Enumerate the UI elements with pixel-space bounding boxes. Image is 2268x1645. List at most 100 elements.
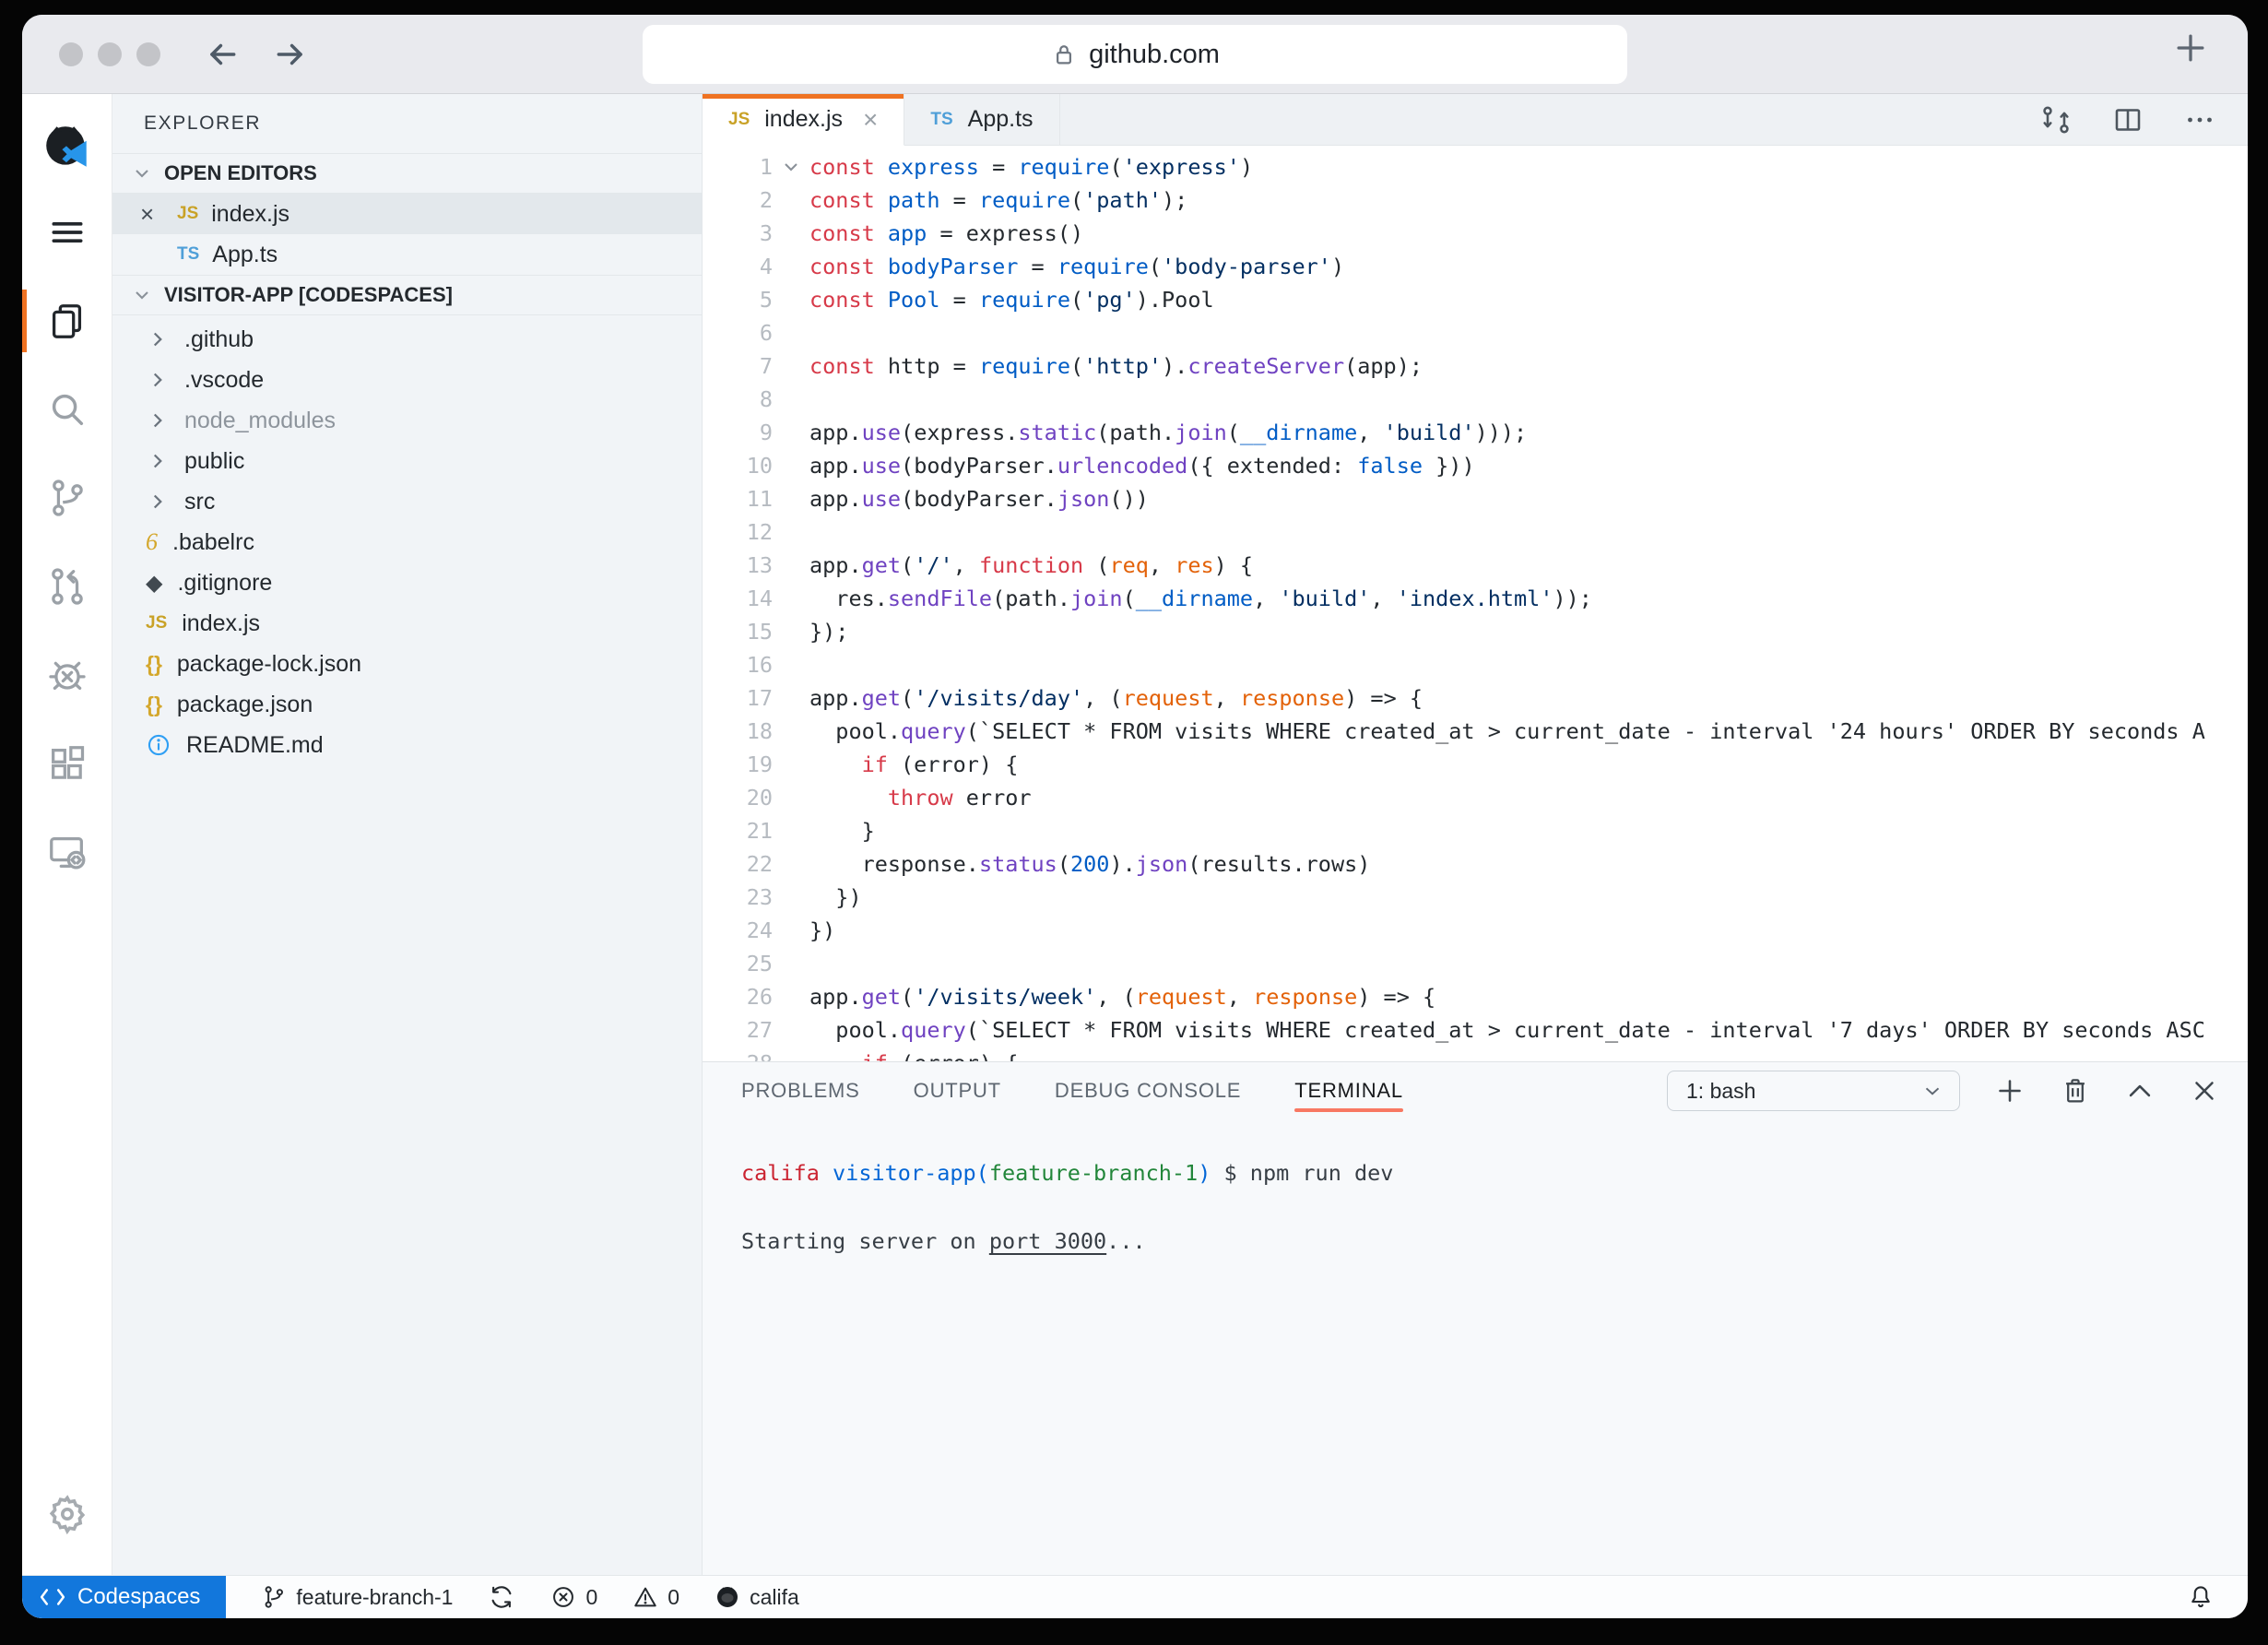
ts-icon: TS <box>177 244 199 265</box>
line-number: 10 <box>703 449 773 482</box>
code-line: 15}); <box>703 615 2248 648</box>
kill-terminal-icon[interactable] <box>2060 1075 2091 1107</box>
folder-item-src[interactable]: src <box>112 481 702 522</box>
folder-item-node_modules[interactable]: node_modules <box>112 400 702 441</box>
github-codespaces-logo[interactable] <box>22 107 112 188</box>
line-number: 7 <box>703 349 773 383</box>
url-text: github.com <box>1089 40 1220 70</box>
sync-status-item[interactable] <box>488 1583 515 1611</box>
code-line: 14 res.sendFile(path.join(__dirname, 'bu… <box>703 582 2248 615</box>
search-icon[interactable] <box>22 365 112 454</box>
code-line: 23 }) <box>703 881 2248 914</box>
terminal-output[interactable]: califa visitor-app(feature-branch-1) $ n… <box>703 1119 2248 1575</box>
explorer-icon[interactable] <box>22 277 112 365</box>
close-panel-icon[interactable] <box>2189 1075 2220 1107</box>
open-editor-item[interactable]: TSApp.ts <box>112 234 702 275</box>
panel-tab-debug-console[interactable]: DEBUG CONSOLE <box>1055 1062 1241 1119</box>
panel-tab-problems[interactable]: PROBLEMS <box>741 1062 860 1119</box>
fold-spacer <box>773 316 809 349</box>
plus-icon[interactable] <box>2170 28 2211 68</box>
line-number: 13 <box>703 549 773 582</box>
file-item-.babelrc[interactable]: 6.babelrc <box>112 522 702 562</box>
fold-spacer <box>773 814 809 847</box>
file-item-package.json[interactable]: {}package.json <box>112 684 702 725</box>
remote-explorer-icon[interactable] <box>22 808 112 896</box>
forward-arrow-icon[interactable] <box>273 37 308 72</box>
file-item-.gitignore[interactable]: ◆.gitignore <box>112 562 702 603</box>
file-item-index.js[interactable]: JSindex.js <box>112 603 702 644</box>
close-icon[interactable]: × <box>863 105 878 135</box>
codespaces-status-badge[interactable]: Codespaces <box>22 1576 226 1618</box>
open-editor-item[interactable]: ×JSindex.js <box>112 194 702 234</box>
github-user-status-item[interactable]: califa <box>715 1584 799 1610</box>
open-editors-header[interactable]: OPEN EDITORS <box>112 153 702 194</box>
fold-spacer <box>773 1047 809 1061</box>
maximize-panel-icon[interactable] <box>2124 1075 2156 1107</box>
panel-tab-output[interactable]: OUTPUT <box>914 1062 1001 1119</box>
panel-tab-bar: PROBLEMS OUTPUT DEBUG CONSOLE TERMINAL 1: b… <box>703 1062 2248 1119</box>
editor-tab-App.ts[interactable]: TSApp.ts <box>904 94 1059 145</box>
js-icon: JS <box>728 110 750 130</box>
github-icon <box>715 1584 740 1610</box>
folder-item-.vscode[interactable]: .vscode <box>112 360 702 400</box>
file-item-README.md[interactable]: README.md <box>112 725 702 765</box>
minimize-window-button[interactable] <box>98 42 122 66</box>
fold-spacer <box>773 914 809 947</box>
source-control-icon[interactable] <box>22 454 112 542</box>
line-number: 2 <box>703 183 773 217</box>
fold-spacer <box>773 383 809 416</box>
json-icon: {} <box>146 692 162 717</box>
zoom-window-button[interactable] <box>136 42 160 66</box>
code-line: 27 pool.query(`SELECT * FROM visits WHER… <box>703 1013 2248 1047</box>
code-line: 26app.get('/visits/week', (request, resp… <box>703 980 2248 1013</box>
line-number: 28 <box>703 1047 773 1061</box>
json-icon: {} <box>146 652 162 677</box>
line-number: 11 <box>703 482 773 515</box>
folder-item-public[interactable]: public <box>112 441 702 481</box>
close-icon[interactable]: × <box>112 200 177 229</box>
editor-tab-bar: JSindex.js×TSApp.ts <box>703 94 2248 146</box>
code-line: 2const path = require('path'); <box>703 183 2248 217</box>
sync-icon <box>488 1583 515 1611</box>
address-bar[interactable]: github.com <box>643 25 1627 84</box>
pull-request-icon[interactable] <box>22 542 112 631</box>
file-item-package-lock.json[interactable]: {}package-lock.json <box>112 644 702 684</box>
line-number: 4 <box>703 250 773 283</box>
shell-select[interactable]: 1: bash <box>1667 1071 1960 1111</box>
folder-item-.github[interactable]: .github <box>112 319 702 360</box>
fold-spacer <box>773 349 809 383</box>
editor-tab-index.js[interactable]: JSindex.js× <box>703 94 904 146</box>
errors-status-item[interactable]: 0 <box>550 1584 597 1610</box>
code-line: 9app.use(express.static(path.join(__dirn… <box>703 416 2248 449</box>
compare-changes-icon[interactable] <box>2039 103 2073 136</box>
line-number: 12 <box>703 515 773 549</box>
fold-spacer <box>773 847 809 881</box>
extensions-icon[interactable] <box>22 719 112 808</box>
back-arrow-icon[interactable] <box>205 37 240 72</box>
line-number: 27 <box>703 1013 773 1047</box>
info-icon <box>146 732 171 758</box>
split-editor-icon[interactable] <box>2111 103 2144 136</box>
fold-chevron-icon[interactable] <box>773 150 809 183</box>
workspace-header[interactable]: VISITOR-APP [CODESPACES] <box>112 275 702 315</box>
branch-status-item[interactable]: feature-branch-1 <box>261 1584 453 1610</box>
code-line: 22 response.status(200).json(results.row… <box>703 847 2248 881</box>
settings-gear-icon[interactable] <box>22 1470 112 1558</box>
activity-bar <box>22 94 112 1575</box>
code-line: 6 <box>703 316 2248 349</box>
chevron-right-icon <box>146 368 170 392</box>
new-terminal-icon[interactable] <box>1993 1074 2026 1107</box>
notifications-bell-icon[interactable] <box>2187 1583 2215 1611</box>
menu-icon[interactable] <box>22 188 112 277</box>
sidebar-title: EXPLORER <box>112 94 702 153</box>
warnings-status-item[interactable]: 0 <box>632 1584 679 1610</box>
browser-window: github.com <box>22 15 2248 1618</box>
debug-icon[interactable] <box>22 631 112 719</box>
more-actions-icon[interactable] <box>2183 103 2216 136</box>
terminal-line <box>741 1190 2248 1225</box>
fold-spacer <box>773 681 809 715</box>
panel-tab-terminal[interactable]: TERMINAL <box>1294 1062 1403 1119</box>
code-line: 12 <box>703 515 2248 549</box>
close-window-button[interactable] <box>59 42 83 66</box>
code-editor[interactable]: 1const express = require('express')2cons… <box>703 146 2248 1061</box>
